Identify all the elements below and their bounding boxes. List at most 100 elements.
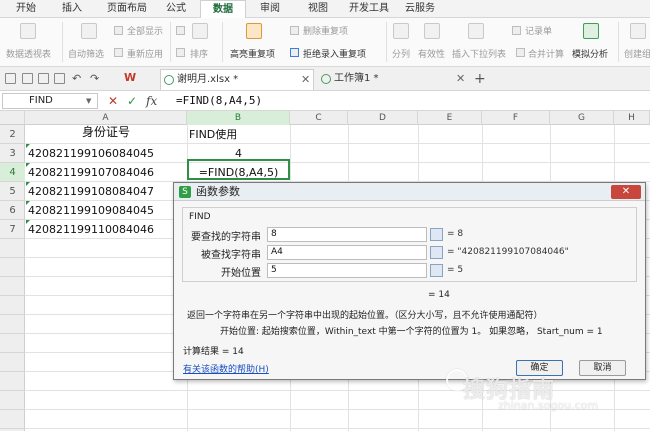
print-preview-icon[interactable] [54, 73, 65, 84]
reject-duplicates-button[interactable]: 拒绝录入重复项 [303, 47, 366, 60]
highlight-duplicates-button[interactable]: 高亮重复项 [230, 47, 275, 60]
tab-workbook-xieming[interactable]: 谢明月.xlsx * ✕ [160, 69, 314, 90]
formula-bar: FIND ▼ ✕ ✓ fx =FIND(8,A4,5) [0, 91, 650, 111]
watermark-url: zhinan.sogou.com [498, 399, 599, 412]
show-all-icon [114, 26, 123, 35]
row-header-blank [0, 353, 25, 372]
close-button[interactable]: ✕ [611, 185, 641, 199]
split-columns-button[interactable]: 分列 [392, 47, 410, 60]
row-header-3[interactable]: 3 [0, 144, 25, 163]
chevron-down-icon[interactable]: ▼ [86, 93, 91, 109]
cancel-formula-icon[interactable]: ✕ [108, 93, 118, 109]
menu-tab-data[interactable]: 数据 [200, 0, 246, 18]
row-header-blank [0, 334, 25, 353]
find-text-input[interactable]: 8 [267, 227, 427, 242]
grid-line [25, 390, 650, 391]
close-tab-icon[interactable]: ✕ [456, 69, 465, 89]
column-header-h[interactable]: H [614, 111, 650, 125]
pivot-table-button[interactable]: 数据透视表 [6, 47, 51, 60]
cell-a3[interactable]: 420821199106084045 [28, 144, 154, 163]
row-header-4[interactable]: 4 [0, 163, 25, 182]
column-header-e[interactable]: E [418, 111, 482, 125]
row-header-7[interactable]: 7 [0, 220, 25, 239]
row-header-5[interactable]: 5 [0, 182, 25, 201]
argument-help: 开始位置: 起始搜索位置，Within_text 中第一个字符的位置为 1。 如… [220, 327, 603, 337]
cell-a7[interactable]: 420821199110084046 [28, 220, 154, 239]
delete-duplicates-button[interactable]: 删除重复项 [303, 24, 348, 37]
close-tab-icon[interactable]: ✕ [301, 70, 310, 90]
arg-result: = 5 [447, 265, 464, 275]
formula-input[interactable]: =FIND(8,A4,5) [176, 93, 262, 109]
menu-tab-page-layout[interactable]: 页面布局 [102, 0, 152, 18]
new-tab-icon[interactable]: + [474, 71, 486, 87]
column-header-g[interactable]: G [550, 111, 614, 125]
select-all-corner[interactable] [0, 111, 25, 125]
spreadsheet-app: 开始 插入 页面布局 公式 数据 审阅 视图 开发工具 云服务 数据透视表 自动… [0, 0, 650, 431]
name-box[interactable]: FIND [2, 93, 98, 109]
cancel-button[interactable]: 取消 [579, 360, 626, 376]
sort-icon [192, 23, 208, 39]
save-icon[interactable] [22, 73, 33, 84]
what-if-analysis-button[interactable]: 模拟分析 [572, 47, 608, 60]
wps-logo-icon: W [124, 71, 137, 84]
dialog-title-bar[interactable]: S 函数参数 ✕ [174, 183, 645, 201]
cell-a5[interactable]: 420821199108084047 [28, 182, 154, 201]
cell-a4[interactable]: 420821199107084046 [28, 163, 154, 182]
arg-result: = "420821199107084046" [447, 247, 569, 257]
confirm-formula-icon[interactable]: ✓ [127, 93, 137, 109]
menu-tab-insert[interactable]: 插入 [56, 0, 88, 18]
group-icon [630, 23, 646, 39]
row-header-blank [0, 296, 25, 315]
menu-tab-developer[interactable]: 开发工具 [344, 0, 394, 18]
open-folder-icon[interactable] [5, 73, 16, 84]
cell-b2[interactable]: FIND使用 [189, 125, 289, 144]
grid-line [25, 428, 650, 429]
column-header-b[interactable]: B [187, 111, 290, 125]
cell-a6[interactable]: 420821199109084045 [28, 201, 154, 220]
row-header-2[interactable]: 2 [0, 125, 25, 144]
ribbon-divider [618, 22, 619, 62]
redo-icon[interactable]: ↷ [90, 71, 99, 87]
ribbon-divider [222, 22, 223, 62]
show-all-button[interactable]: 全部显示 [127, 24, 163, 37]
collapse-dialog-icon[interactable] [430, 264, 443, 277]
reapply-button[interactable]: 重新应用 [127, 47, 163, 60]
validity-icon [424, 23, 440, 39]
sort-button[interactable]: 排序 [190, 47, 208, 60]
row-header-blank [0, 239, 25, 258]
menu-tab-formulas[interactable]: 公式 [160, 0, 192, 18]
text-number-marker [26, 144, 30, 148]
column-header-c[interactable]: C [290, 111, 348, 125]
ribbon-divider [386, 22, 387, 62]
cell-a2[interactable]: 身份证号 [25, 123, 187, 142]
insert-function-icon[interactable]: fx [146, 93, 157, 109]
collapse-dialog-icon[interactable] [430, 228, 443, 241]
consolidate-button[interactable]: 合并计算 [528, 47, 564, 60]
start-num-input[interactable]: 5 [267, 263, 427, 278]
print-icon[interactable] [38, 73, 49, 84]
menu-tab-view[interactable]: 视图 [302, 0, 334, 18]
autofilter-button[interactable]: 自动筛选 [68, 47, 104, 60]
insert-dropdown-button[interactable]: 插入下拉列表 [452, 47, 506, 60]
collapse-dialog-icon[interactable] [430, 246, 443, 259]
record-form-icon [512, 26, 521, 35]
row-header-blank [0, 277, 25, 296]
validity-button[interactable]: 有效性 [418, 47, 445, 60]
text-number-marker [26, 220, 30, 224]
create-group-button[interactable]: 创建组 [624, 47, 650, 60]
tab-workbook-1[interactable]: 工作簿1 * ✕ [318, 69, 468, 90]
row-header-6[interactable]: 6 [0, 201, 25, 220]
menu-tab-home[interactable]: 开始 [10, 0, 42, 18]
within-text-input[interactable]: A4 [267, 245, 427, 260]
row-header-blank [0, 315, 25, 334]
spreadsheet-file-icon [321, 74, 331, 84]
menu-tab-cloud[interactable]: 云服务 [400, 0, 440, 18]
column-header-f[interactable]: F [482, 111, 550, 125]
record-form-button[interactable]: 记录单 [525, 24, 552, 37]
text-number-marker [26, 201, 30, 205]
undo-icon[interactable]: ↶ [72, 71, 81, 87]
menu-tab-review[interactable]: 审阅 [254, 0, 286, 18]
column-header-d[interactable]: D [348, 111, 418, 125]
function-help-link[interactable]: 有关该函数的帮助(H) [183, 362, 269, 375]
sort-ascending-icon [176, 26, 185, 35]
